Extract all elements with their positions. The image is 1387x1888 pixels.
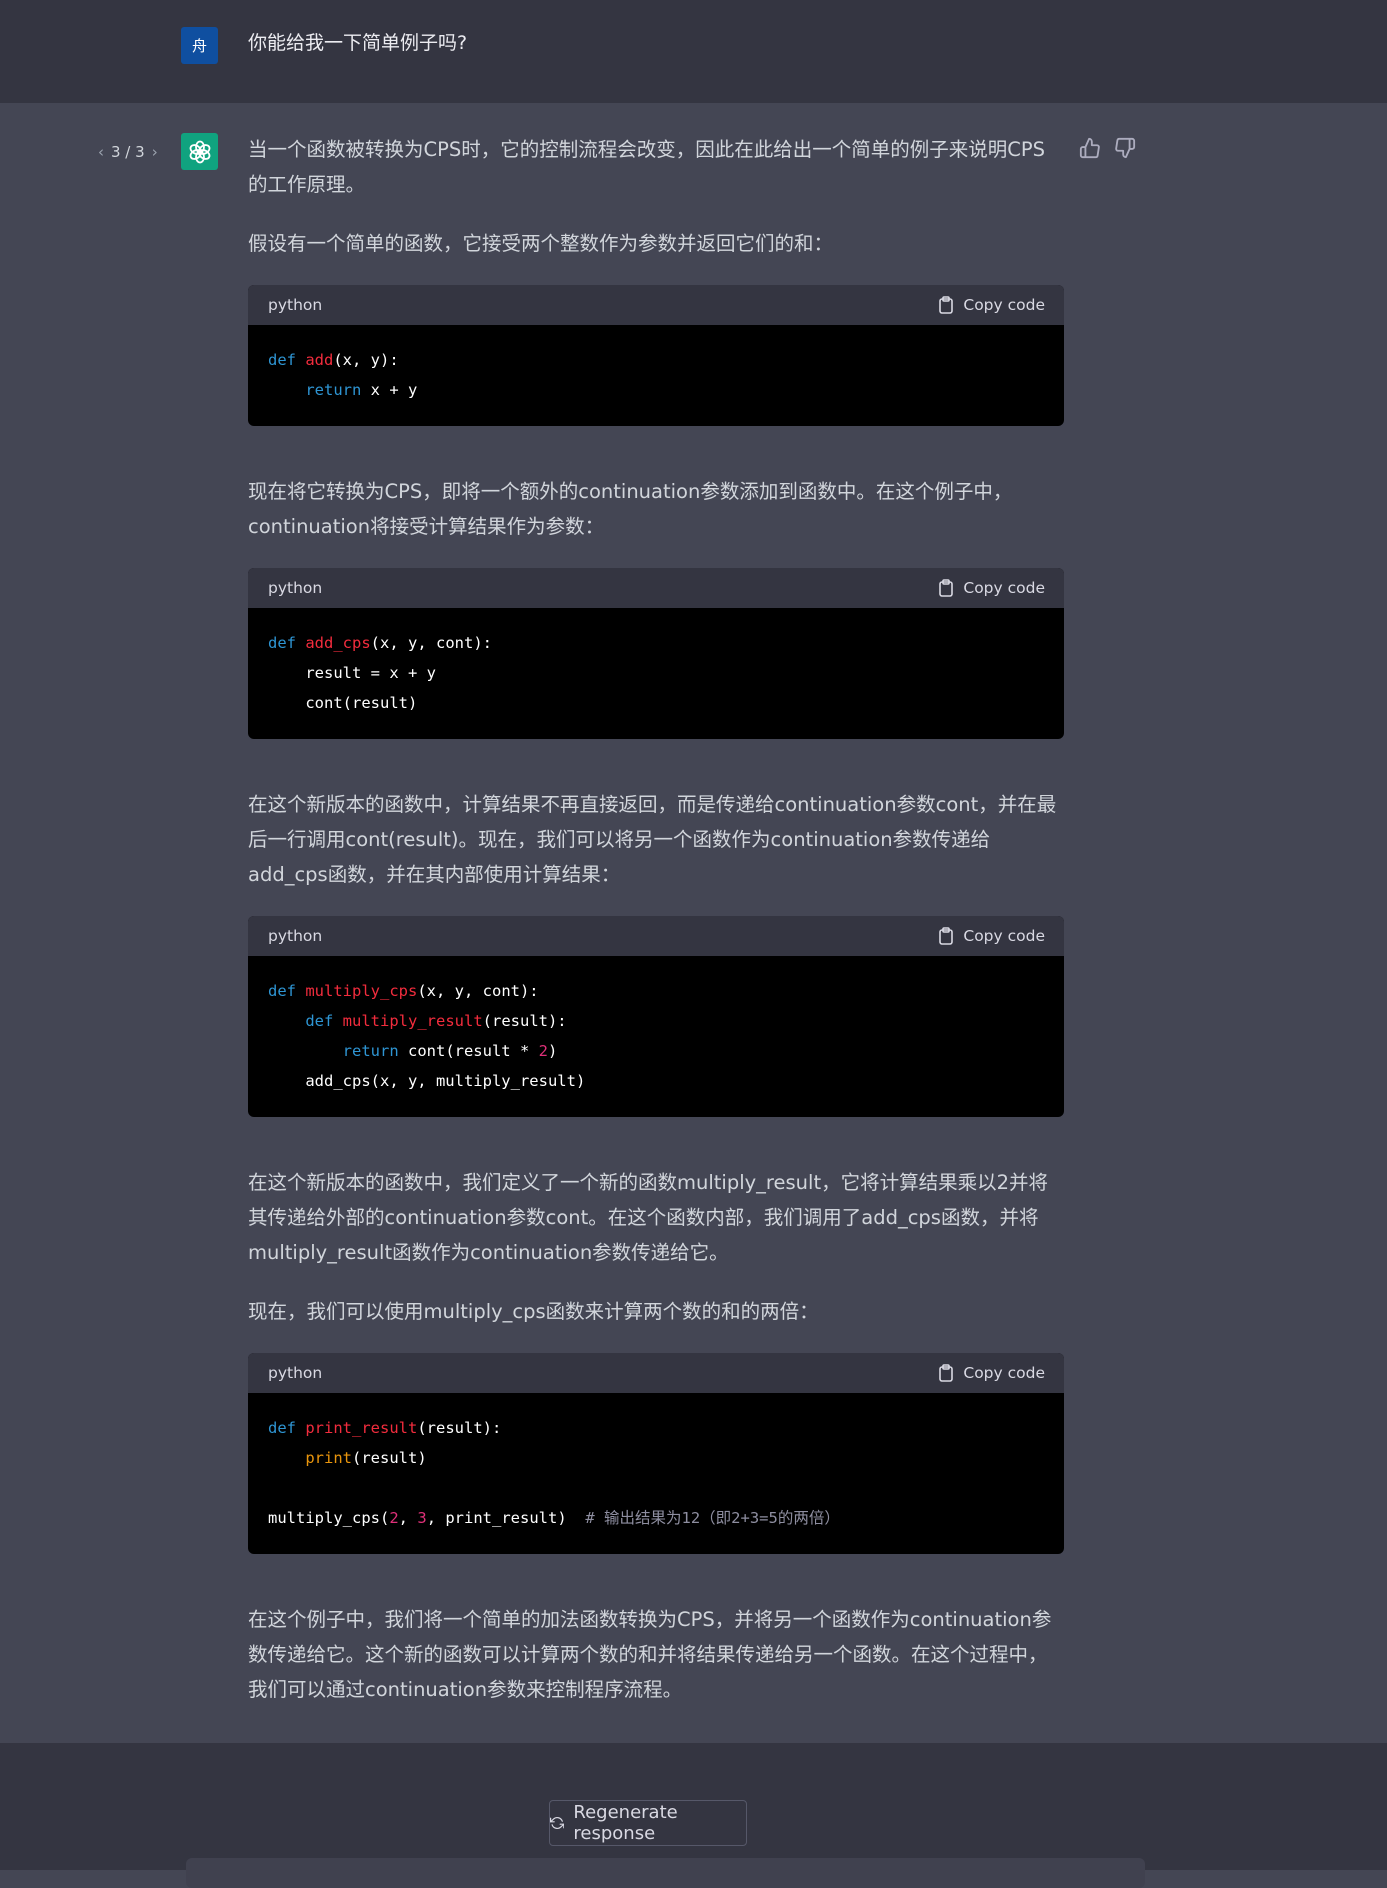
- message-input[interactable]: [186, 1858, 1145, 1888]
- copy-code-label: Copy code: [963, 927, 1045, 945]
- assistant-message-content: 当一个函数被转换为CPS时，它的控制流程会改变，因此在此给出一个简单的例子来说明…: [248, 132, 1064, 1731]
- copy-code-label: Copy code: [963, 296, 1045, 314]
- copy-code-button[interactable]: Copy code: [938, 579, 1045, 597]
- code-block-header: python Copy code: [248, 916, 1064, 956]
- thumbs-up-icon[interactable]: [1079, 137, 1101, 159]
- answer-paragraph: 当一个函数被转换为CPS时，它的控制流程会改变，因此在此给出一个简单的例子来说明…: [248, 138, 1046, 196]
- answer-paragraph: 在这个新版本的函数中，计算结果不再直接返回，而是传递给continuation参…: [248, 793, 1057, 886]
- response-page-indicator: 3 / 3: [111, 143, 145, 161]
- prev-response-chevron-icon[interactable]: ‹: [98, 143, 104, 161]
- code-block: python Copy code def add(x, y): return x…: [248, 285, 1064, 426]
- copy-code-button[interactable]: Copy code: [938, 1364, 1045, 1382]
- code-block-header: python Copy code: [248, 568, 1064, 608]
- copy-code-button[interactable]: Copy code: [938, 296, 1045, 314]
- code-body: def add(x, y): return x + y: [268, 351, 418, 399]
- code-language-label: python: [268, 296, 323, 314]
- answer-paragraph: 现在将它转换为CPS，即将一个额外的continuation参数添加到函数中。在…: [248, 480, 1013, 538]
- code-body: def print_result(result): print(result) …: [268, 1419, 840, 1527]
- code-language-label: python: [268, 1364, 323, 1382]
- user-message-row: 舟 你能给我一下简单例子吗?: [0, 0, 1387, 103]
- user-message-text: 你能给我一下简单例子吗?: [248, 32, 468, 54]
- copy-code-button[interactable]: Copy code: [938, 927, 1045, 945]
- code-block: python Copy code def multiply_cps(x, y, …: [248, 916, 1064, 1117]
- code-block-header: python Copy code: [248, 285, 1064, 325]
- refresh-icon: [550, 1817, 565, 1829]
- next-response-chevron-icon[interactable]: ›: [152, 143, 158, 161]
- code-block: python Copy code def add_cps(x, y, cont)…: [248, 568, 1064, 739]
- code-body: def multiply_cps(x, y, cont): def multip…: [268, 982, 586, 1090]
- code-language-label: python: [268, 579, 323, 597]
- copy-code-label: Copy code: [963, 579, 1045, 597]
- assistant-avatar: [181, 133, 218, 170]
- answer-paragraph: 在这个新版本的函数中，我们定义了一个新的函数multiply_result，它将…: [248, 1171, 1048, 1264]
- clipboard-icon: [939, 296, 954, 314]
- code-block-header: python Copy code: [248, 1353, 1064, 1393]
- response-pager: ‹ 3 / 3 ›: [98, 143, 158, 161]
- copy-code-label: Copy code: [963, 1364, 1045, 1382]
- regenerate-response-button[interactable]: Regenerate response: [549, 1800, 747, 1846]
- answer-paragraph: 现在，我们可以使用multiply_cps函数来计算两个数的和的两倍：: [248, 1300, 819, 1323]
- answer-paragraph: 在这个例子中，我们将一个简单的加法函数转换为CPS，并将另一个函数作为conti…: [248, 1608, 1052, 1701]
- openai-logo-icon: [189, 140, 210, 163]
- answer-paragraph: 假设有一个简单的函数，它接受两个整数作为参数并返回它们的和：: [248, 232, 834, 255]
- regenerate-label: Regenerate response: [573, 1802, 678, 1844]
- user-avatar: 舟: [181, 27, 218, 64]
- clipboard-icon: [939, 927, 954, 945]
- code-body: def add_cps(x, y, cont): result = x + y …: [268, 634, 492, 712]
- feedback-buttons: [1079, 137, 1136, 159]
- clipboard-icon: [939, 579, 954, 597]
- thumbs-down-icon[interactable]: [1114, 137, 1136, 159]
- clipboard-icon: [939, 1364, 954, 1382]
- code-language-label: python: [268, 927, 323, 945]
- code-block: python Copy code def print_result(result…: [248, 1353, 1064, 1554]
